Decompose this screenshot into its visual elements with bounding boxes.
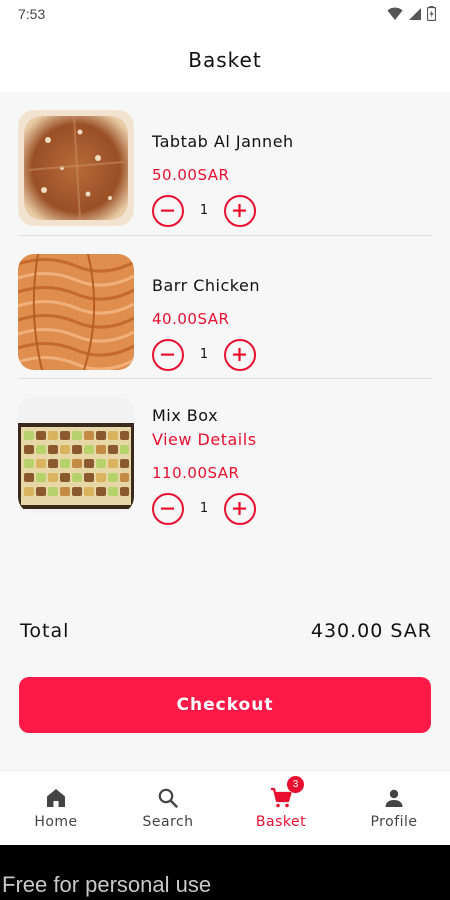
battery-icon (427, 6, 436, 21)
nav-item-home[interactable]: Home (0, 771, 112, 846)
decrease-quantity-button[interactable] (152, 493, 184, 525)
total-row: Total 430.00 SAR (0, 620, 450, 650)
nav-label: Basket (255, 814, 307, 830)
quantity-stepper: 1 (152, 195, 258, 227)
total-value: 430.00 SAR (310, 620, 432, 642)
increase-quantity-button[interactable] (224, 195, 256, 227)
divider (18, 235, 432, 236)
watermark-bar: Free for personal use (0, 845, 450, 900)
plus-icon (233, 348, 246, 361)
minus-icon (161, 507, 174, 510)
nav-item-basket[interactable]: 3 Basket (225, 771, 337, 846)
item-name: Mix Box (152, 406, 219, 425)
checkout-button[interactable]: Checkout (19, 677, 431, 733)
watermark-text: Free for personal use (2, 872, 212, 897)
item-price: 40.00SAR (152, 310, 230, 328)
item-name: Barr Chicken (152, 276, 260, 295)
nav-item-profile[interactable]: Profile (338, 771, 450, 846)
status-icons (387, 6, 436, 21)
person-icon (385, 789, 403, 807)
quantity-value: 1 (199, 501, 209, 516)
nav-label: Home (34, 814, 78, 830)
minus-icon (161, 353, 174, 356)
basket-count-badge: 3 (287, 776, 304, 793)
total-label: Total (20, 620, 70, 642)
status-bar: 7:53 (0, 0, 450, 30)
nav-item-search[interactable]: Search (112, 771, 224, 846)
nav-label: Search (142, 814, 194, 830)
product-image (18, 397, 134, 513)
decrease-quantity-button[interactable] (152, 339, 184, 371)
item-price: 110.00SAR (152, 464, 240, 482)
signal-icon (409, 7, 421, 20)
search-icon (158, 788, 178, 808)
bottom-nav: Home Search 3 Basket Profile (0, 770, 450, 845)
item-price: 50.00SAR (152, 166, 230, 184)
home-icon (47, 789, 65, 807)
page-title: Basket (188, 48, 262, 72)
app-header: Basket (0, 30, 450, 92)
divider (18, 378, 432, 379)
quantity-value: 1 (199, 347, 209, 362)
increase-quantity-button[interactable] (224, 493, 256, 525)
quantity-stepper: 1 (152, 339, 258, 371)
product-image (18, 110, 134, 226)
minus-icon (161, 209, 174, 212)
nav-label: Profile (370, 814, 418, 830)
quantity-value: 1 (199, 203, 209, 218)
plus-icon (233, 502, 246, 515)
wifi-icon (387, 7, 403, 20)
status-time: 7:53 (18, 6, 46, 22)
decrease-quantity-button[interactable] (152, 195, 184, 227)
product-image (18, 254, 134, 370)
plus-icon (233, 204, 246, 217)
view-details-link[interactable]: View Details (152, 430, 257, 449)
increase-quantity-button[interactable] (224, 339, 256, 371)
item-name: Tabtab Al Janneh (152, 132, 294, 151)
quantity-stepper: 1 (152, 493, 258, 525)
